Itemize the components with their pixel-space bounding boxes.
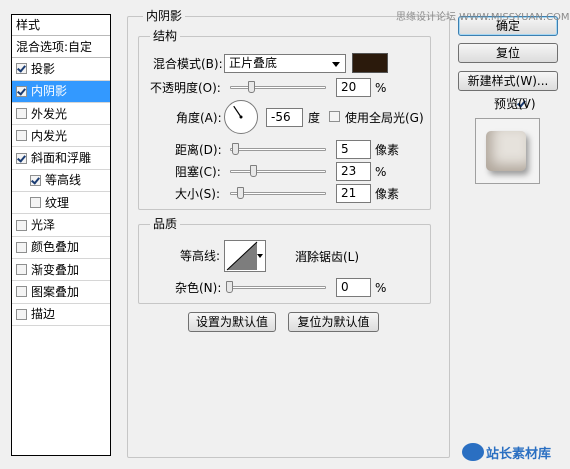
style-item[interactable]: 内发光	[12, 125, 110, 148]
choke-unit: %	[375, 165, 387, 179]
distance-slider[interactable]	[230, 148, 326, 151]
watermark-logo: 站长素材库	[462, 441, 551, 463]
style-item[interactable]: 光泽	[12, 214, 110, 237]
size-input[interactable]: 21	[336, 184, 371, 203]
watermark-logo-icon	[462, 443, 484, 461]
noise-unit: %	[375, 281, 387, 295]
noise-slider-thumb[interactable]	[226, 281, 233, 293]
size-unit: 像素	[375, 187, 400, 201]
angle-input[interactable]: -56	[266, 108, 303, 127]
style-item-label: 外发光	[31, 106, 68, 121]
opacity-slider[interactable]	[230, 86, 326, 89]
style-item-checkbox[interactable]	[30, 174, 41, 186]
quality-title: 品质	[150, 217, 181, 231]
preview-label: 预览(V)	[494, 97, 536, 111]
noise-label: 杂色(N):	[175, 281, 222, 295]
contour-label: 等高线:	[180, 249, 221, 263]
blend-mode-label: 混合模式(B):	[153, 57, 223, 71]
blending-options-item[interactable]: 混合选项:自定	[12, 36, 110, 59]
global-light-label: 使用全局光(G)	[345, 111, 424, 125]
style-item-label: 斜面和浮雕	[31, 151, 92, 166]
style-item[interactable]: 描边	[12, 304, 110, 326]
distance-label: 距离(D):	[175, 143, 222, 157]
contour-dropdown-icon[interactable]	[257, 254, 263, 258]
contour-picker[interactable]	[224, 240, 266, 272]
distance-input[interactable]: 5	[336, 140, 371, 159]
size-slider-thumb[interactable]	[237, 187, 245, 199]
noise-input[interactable]: 0	[336, 278, 371, 297]
opacity-input[interactable]: 20	[336, 78, 371, 97]
style-item-label: 内发光	[31, 128, 68, 143]
style-item-checkbox[interactable]	[16, 130, 27, 142]
watermark-bottom: 站长素材库	[486, 446, 552, 462]
make-default-button[interactable]: 设置为默认值	[188, 312, 276, 332]
style-preview-thumbnail	[475, 118, 540, 184]
style-item-checkbox[interactable]	[16, 264, 27, 276]
styles-header[interactable]: 样式	[12, 15, 110, 36]
global-light-checkbox[interactable]	[329, 111, 340, 122]
size-slider[interactable]	[230, 192, 326, 195]
styles-list: 样式 混合选项:自定 投影内阴影外发光内发光斜面和浮雕等高线纹理光泽颜色叠加渐变…	[11, 14, 111, 456]
style-item-label: 等高线	[45, 173, 82, 188]
style-item-label: 颜色叠加	[31, 240, 80, 255]
antialias-label: 消除锯齿(L)	[295, 250, 360, 264]
style-item-checkbox[interactable]	[30, 197, 41, 209]
blend-mode-value: 正片叠底	[229, 56, 278, 70]
angle-unit: 度	[308, 111, 321, 125]
style-item-checkbox[interactable]	[16, 286, 27, 298]
distance-unit: 像素	[375, 143, 400, 157]
chevron-down-icon	[332, 62, 340, 67]
style-item[interactable]: 等高线	[12, 170, 110, 193]
shadow-color-swatch[interactable]	[352, 53, 388, 73]
noise-slider[interactable]	[226, 286, 326, 289]
choke-label: 阻塞(C):	[175, 165, 221, 179]
style-item-checkbox[interactable]	[16, 85, 27, 97]
style-item-label: 图案叠加	[31, 284, 80, 299]
style-item-checkbox[interactable]	[16, 219, 27, 231]
style-item[interactable]: 外发光	[12, 103, 110, 126]
style-item[interactable]: 渐变叠加	[12, 259, 110, 282]
choke-slider-thumb[interactable]	[250, 165, 258, 177]
style-item-checkbox[interactable]	[16, 241, 27, 253]
style-item-checkbox[interactable]	[16, 152, 27, 164]
style-item[interactable]: 内阴影	[12, 80, 110, 103]
style-item-checkbox[interactable]	[16, 308, 27, 320]
style-item-label: 光泽	[31, 218, 56, 233]
style-item[interactable]: 纹理	[12, 192, 110, 215]
style-item[interactable]: 颜色叠加	[12, 237, 110, 259]
opacity-unit: %	[375, 81, 387, 95]
style-item[interactable]: 图案叠加	[12, 281, 110, 304]
new-style-button[interactable]: 新建样式(W)...	[458, 71, 558, 91]
style-item[interactable]: 投影	[12, 58, 110, 81]
style-item-label: 描边	[31, 307, 56, 322]
blend-mode-select[interactable]: 正片叠底	[224, 54, 346, 73]
size-label: 大小(S):	[175, 187, 221, 201]
style-item-label: 投影	[31, 61, 56, 76]
structure-title: 结构	[150, 29, 181, 43]
angle-dial[interactable]	[224, 100, 258, 134]
watermark-top: 思缘设计论坛 WWW.MISSYUAN.COM	[396, 12, 570, 23]
style-item-checkbox[interactable]	[16, 108, 27, 120]
opacity-slider-thumb[interactable]	[247, 81, 255, 93]
style-item[interactable]: 斜面和浮雕	[12, 147, 110, 170]
contour-preview-icon	[226, 241, 258, 271]
angle-label: 角度(A):	[176, 111, 222, 125]
style-item-label: 内阴影	[31, 84, 68, 99]
choke-input[interactable]: 23	[336, 162, 371, 181]
inner-shadow-title: 内阴影	[143, 9, 186, 23]
opacity-label: 不透明度(O):	[150, 81, 221, 95]
style-item-checkbox[interactable]	[16, 63, 27, 75]
angle-dial-needle	[233, 105, 243, 119]
distance-slider-thumb[interactable]	[231, 143, 239, 155]
style-item-label: 渐变叠加	[31, 262, 80, 277]
style-item-label: 纹理	[45, 195, 70, 210]
reset-default-button[interactable]: 复位为默认值	[288, 312, 379, 332]
preview-swatch	[486, 131, 526, 171]
choke-slider[interactable]	[230, 170, 326, 173]
reset-button[interactable]: 复位	[458, 43, 558, 63]
